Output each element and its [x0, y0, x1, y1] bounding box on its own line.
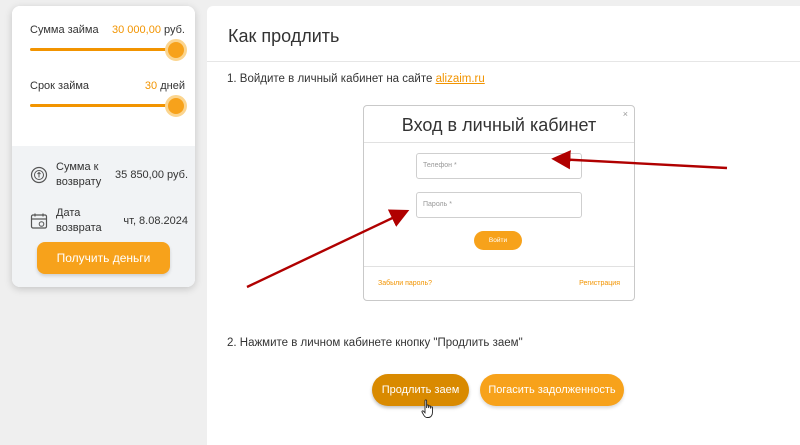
amount-slider-knob[interactable]	[165, 39, 187, 61]
return-date-value: чт, 8.08.2024	[123, 215, 188, 227]
term-value-group: 30 дней	[145, 80, 185, 92]
amount-slider-header: Сумма займа 30 000,00 руб.	[30, 24, 185, 36]
login-button: Войти	[474, 231, 522, 250]
password-field: Пароль *	[416, 192, 582, 218]
term-unit: дней	[160, 80, 185, 92]
term-slider-header: Срок займа 30 дней	[30, 80, 185, 92]
repay-debt-button[interactable]: Погасить задолженность	[480, 374, 624, 406]
forgot-password-link: Забыли пароль?	[378, 280, 433, 287]
term-slider-track[interactable]	[30, 104, 177, 107]
loan-calculator-card: Сумма займа 30 000,00 руб. Срок займа 30…	[12, 6, 195, 287]
page-title: Как продлить	[228, 26, 340, 46]
return-date-row: Дата возврата чт, 8.08.2024	[30, 206, 190, 236]
login-divider-top	[364, 142, 634, 143]
term-label: Срок займа	[30, 80, 90, 92]
term-slider-row: Срок займа 30 дней	[30, 80, 187, 117]
calculator-sliders: Сумма займа 30 000,00 руб. Срок займа 30…	[12, 6, 195, 146]
amount-value: 30 000,00	[112, 24, 161, 36]
coin-return-icon	[30, 166, 48, 184]
phone-field: Телефон *	[416, 153, 582, 179]
close-icon: ×	[622, 109, 628, 119]
amount-slider-row: Сумма займа 30 000,00 руб.	[30, 24, 187, 61]
step-2: 2. Нажмите в личном кабинете кнопку "Про…	[227, 337, 523, 349]
amount-value-group: 30 000,00 руб.	[112, 24, 185, 36]
calendar-icon	[30, 213, 48, 229]
hand-cursor-icon	[421, 399, 433, 418]
return-date-label: Дата возврата	[56, 207, 102, 234]
get-money-button[interactable]: Получить деньги	[37, 242, 170, 274]
amount-label: Сумма займа	[30, 24, 99, 36]
title-divider	[207, 61, 800, 62]
login-screenshot: Вход в личный кабинет × Телефон * Пароль…	[363, 105, 635, 301]
register-link: Регистрация	[579, 280, 620, 287]
amount-unit: руб.	[164, 24, 185, 36]
return-sum-row: Сумма к возврату 35 850,00 руб.	[30, 160, 190, 190]
how-to-extend-panel: Как продлить 1. Войдите в личный кабинет…	[207, 6, 800, 445]
login-title: Вход в личный кабинет	[401, 115, 597, 135]
amount-slider-track[interactable]	[30, 48, 177, 51]
term-slider-knob[interactable]	[165, 95, 187, 117]
login-divider-bottom	[364, 266, 634, 267]
step-1: 1. Войдите в личный кабинет на сайте ali…	[227, 73, 485, 85]
return-sum-label: Сумма к возврату	[56, 161, 102, 188]
term-value: 30	[144, 80, 158, 92]
site-link[interactable]: alizaim.ru	[436, 73, 485, 85]
return-sum-value: 35 850,00 руб.	[115, 169, 188, 181]
step-1-text: 1. Войдите в личный кабинет на сайте	[227, 73, 436, 85]
